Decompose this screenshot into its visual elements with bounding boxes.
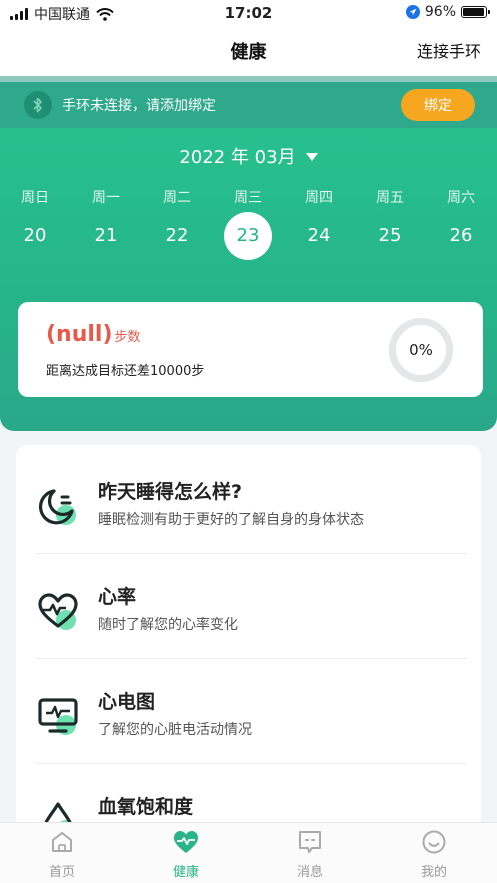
heart-rate-icon <box>38 593 78 630</box>
list-item-title: 血氧饱和度 <box>98 796 194 818</box>
weekday-label: 周六 <box>447 190 475 206</box>
message-icon <box>299 831 321 853</box>
steps-value-line: (null) 步数 <box>46 322 141 347</box>
device-status-text: 手环未连接，请添加绑定 <box>62 98 216 114</box>
tab-label: 首页 <box>48 865 75 880</box>
device-connection-bar: 手环未连接，请添加绑定 绑定 <box>0 82 497 128</box>
steps-card[interactable]: (null) 步数 距离达成目标还差10000步 0% <box>18 302 483 397</box>
ecg-icon <box>38 698 78 735</box>
weekday-label: 周四 <box>305 190 333 206</box>
connect-band-button[interactable]: 连接手环 <box>417 38 481 62</box>
sleep-icon <box>38 489 76 525</box>
bind-device-button[interactable]: 绑定 <box>401 89 475 121</box>
date-cell[interactable]: 25 <box>366 212 414 260</box>
status-right: 96% <box>405 4 490 20</box>
steps-goal-text: 距离达成目标还差10000步 <box>46 364 205 379</box>
steps-progress-ring: 0% <box>389 318 453 382</box>
tab-label: 消息 <box>296 865 323 880</box>
divider <box>36 553 467 554</box>
steps-value: (null) <box>46 322 113 347</box>
weekday-label: 周日 <box>21 190 49 206</box>
tab-messages[interactable]: 消息 <box>270 829 350 880</box>
location-arrow-icon <box>405 5 420 19</box>
date-cell[interactable]: 24 <box>295 212 343 260</box>
battery-percent: 96% <box>424 4 456 20</box>
date-cell[interactable]: 21 <box>82 212 130 260</box>
list-item-title: 心电图 <box>98 691 156 713</box>
list-item-subtitle: 了解您的心脏电活动情况 <box>98 722 252 738</box>
bluetooth-icon <box>24 91 52 119</box>
nav-bar: 健康 连接手环 <box>0 26 497 76</box>
steps-progress-text: 0% <box>409 341 433 359</box>
weekday-label: 周五 <box>376 190 404 206</box>
health-list: 昨天睡得怎么样? 睡眠检测有助于更好的了解自身的身体状态 心率 随时了解您的心率… <box>16 445 481 845</box>
health-heart-icon <box>174 831 198 853</box>
date-cell[interactable]: 22 <box>153 212 201 260</box>
date-cell-selected[interactable]: 23 <box>224 212 272 260</box>
tab-bar: 首页 健康 消息 我的 <box>0 822 497 883</box>
month-label: 2022 年 03月 <box>179 147 296 168</box>
list-item-subtitle: 随时了解您的心率变化 <box>98 617 238 633</box>
steps-unit: 步数 <box>114 330 141 345</box>
tab-label: 健康 <box>172 865 199 880</box>
weekday-row: 周日 周一 周二 周三 周四 周五 周六 <box>0 187 497 207</box>
month-selector[interactable]: 2022 年 03月 <box>0 143 497 169</box>
weekday-label: 周一 <box>92 190 120 206</box>
status-bar: 中国联通 17:02 96% <box>0 0 497 26</box>
date-cell[interactable]: 20 <box>11 212 59 260</box>
divider <box>36 658 467 659</box>
tab-profile[interactable]: 我的 <box>394 829 474 880</box>
list-item-title: 心率 <box>98 586 137 608</box>
date-row: 20 21 22 23 24 25 26 <box>0 212 497 262</box>
caret-down-icon <box>305 153 318 161</box>
list-item-subtitle: 睡眠检测有助于更好的了解自身的身体状态 <box>98 512 364 528</box>
tab-label: 我的 <box>420 865 447 880</box>
list-item-title: 昨天睡得怎么样? <box>98 481 243 503</box>
home-icon <box>52 832 72 852</box>
tab-health[interactable]: 健康 <box>146 829 226 880</box>
weekday-label: 周三 <box>234 190 262 206</box>
weekday-label: 周二 <box>163 190 191 206</box>
date-cell[interactable]: 26 <box>437 212 485 260</box>
battery-icon <box>461 6 490 18</box>
divider <box>36 763 467 764</box>
profile-icon <box>422 830 446 854</box>
tab-home[interactable]: 首页 <box>22 829 102 880</box>
